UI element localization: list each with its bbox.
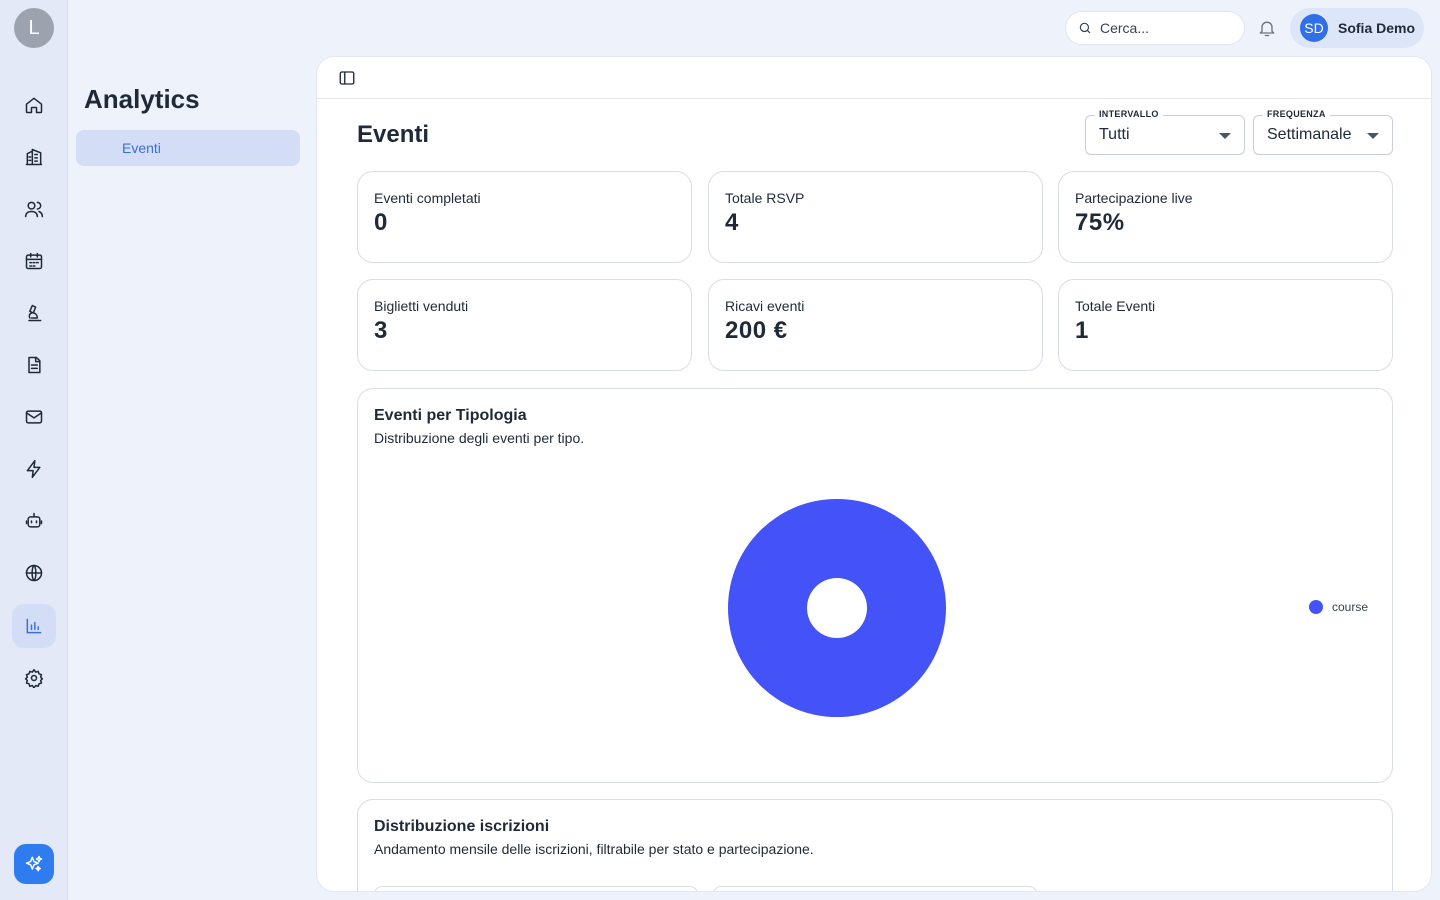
analytics-sidebar: Analytics Eventi [68,56,316,900]
stat-label: Ricavi eventi [725,298,805,314]
sparkles-icon [25,855,43,872]
main-panel: Eventi INTERVALLO Tutti FREQUENZA Settim… [316,56,1432,892]
stat-label: Biglietti venduti [374,298,469,314]
stat-label: Partecipazione live [1075,190,1193,206]
stat-card: Totale RSVP 4 [708,171,1043,263]
events-by-type-card: Eventi per Tipologia Distribuzione degli… [357,388,1393,783]
card-subtitle: Andamento mensile delle iscrizioni, filt… [374,841,814,857]
user-menu[interactable]: SD Sofia Demo [1290,8,1424,48]
subscriptions-card: Distribuzione iscrizioni Andamento mensi… [357,799,1393,891]
calendar-icon[interactable] [12,239,56,283]
pie-slice-course[interactable] [728,498,947,718]
avatar: SD [1300,14,1328,42]
stat-card: Biglietti venduti 3 [357,279,692,371]
stat-value: 4 [725,209,739,236]
frequency-label: FREQUENZA [1263,109,1330,119]
users-icon[interactable] [12,187,56,231]
microscope-icon[interactable] [12,291,56,335]
chevron-down-icon [1367,133,1379,139]
gear-icon[interactable] [12,656,56,700]
sidebar-title: Analytics [84,84,200,114]
frequency-value: Settimanale [1267,126,1352,143]
search-icon [1079,22,1091,34]
document-icon[interactable] [12,343,56,387]
mail-icon[interactable] [12,395,56,439]
bot-icon[interactable] [12,499,56,543]
stat-value: 3 [374,317,388,344]
donut-chart [728,498,947,718]
stat-value: 0 [374,209,388,236]
ai-assistant-button[interactable] [14,844,54,884]
stat-value: 1 [1075,317,1089,344]
bell-icon[interactable] [1257,18,1277,38]
stat-label: Totale RSVP [725,190,805,206]
interval-value: Tutti [1099,126,1130,143]
card-title: Distribuzione iscrizioni [374,818,550,835]
lightning-icon[interactable] [12,447,56,491]
sidebar-toggle-icon[interactable] [338,69,356,87]
page-title: Eventi [357,121,430,148]
chevron-down-icon [1219,133,1231,139]
search-input[interactable] [1100,20,1230,36]
building-icon[interactable] [12,135,56,179]
legend-swatch [1308,600,1323,614]
home-icon[interactable] [12,83,56,127]
stat-card: Ricavi eventi 200 € [708,279,1043,371]
stat-value: 200 € [725,317,788,344]
filter-box[interactable] [713,886,1037,891]
interval-label: INTERVALLO [1095,109,1163,119]
interval-select[interactable]: INTERVALLO Tutti [1085,109,1245,155]
chart-legend: course [1308,600,1368,614]
legend-label: course [1331,600,1368,614]
workspace-avatar[interactable]: L [14,8,54,48]
frequency-select[interactable]: FREQUENZA Settimanale [1253,109,1393,155]
stat-label: Eventi completati [374,190,481,206]
stat-value: 75% [1075,209,1125,236]
sidebar-item-eventi[interactable]: Eventi [76,130,300,166]
bar-chart-icon[interactable] [12,604,56,648]
globe-icon[interactable] [12,551,56,595]
user-name: Sofia Demo [1338,20,1416,36]
stat-card: Totale Eventi 1 [1058,279,1393,371]
icon-rail: L [0,0,68,900]
search-bar[interactable] [1065,11,1245,45]
stat-card: Partecipazione live 75% [1058,171,1393,263]
filter-box[interactable] [374,886,698,891]
stat-card: Eventi completati 0 [357,171,692,263]
stat-label: Totale Eventi [1075,298,1156,314]
panel-toolbar [317,57,1431,99]
